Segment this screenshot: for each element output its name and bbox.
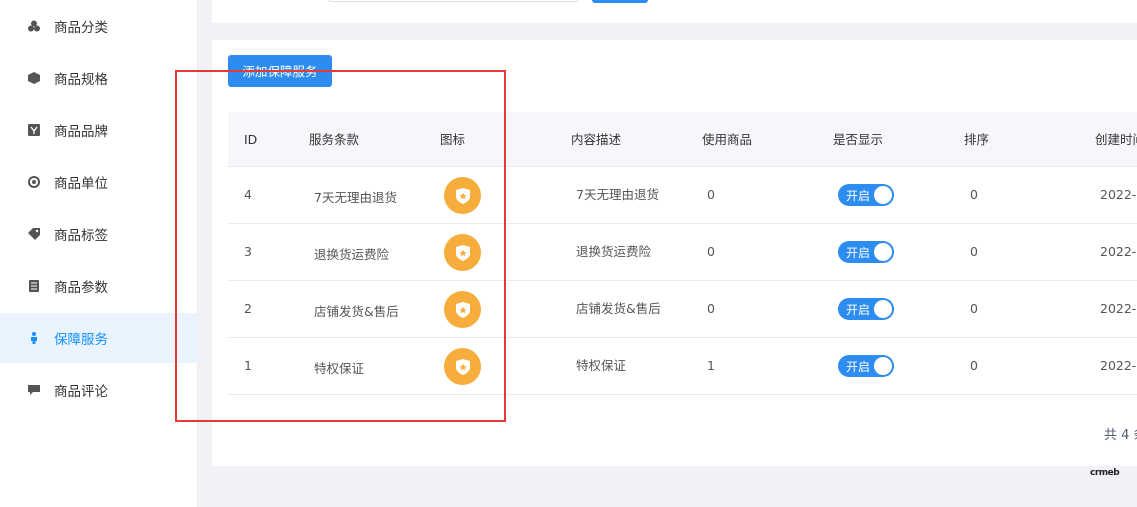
sidebar-item-spec[interactable]: 商品规格 xyxy=(0,53,198,103)
cell-used: 1 xyxy=(707,358,715,373)
sidebar-item-label: 商品分类 xyxy=(54,20,108,36)
list-icon xyxy=(28,280,40,292)
highlight-box xyxy=(175,70,506,422)
sidebar-item-params[interactable]: 商品参数 xyxy=(0,261,198,311)
display-toggle[interactable]: 开启 xyxy=(838,241,894,263)
search-input[interactable] xyxy=(328,0,578,2)
toggle-label: 开启 xyxy=(846,188,871,203)
header-show: 是否显示 xyxy=(833,132,884,147)
cell-sort: 0 xyxy=(970,358,978,373)
header-desc: 内容描述 xyxy=(571,132,622,147)
toggle-knob xyxy=(874,243,892,261)
tag-icon xyxy=(28,228,40,240)
cell-created: 2022-0 xyxy=(1100,244,1137,259)
sidebar-item-comment[interactable]: 商品评论 xyxy=(0,365,198,415)
cell-desc: 退换货运费险 xyxy=(576,244,652,259)
cube-icon xyxy=(28,72,40,84)
sidebar-item-brand[interactable]: 商品品牌 xyxy=(0,105,198,155)
cell-used: 0 xyxy=(707,301,715,316)
display-toggle[interactable]: 开启 xyxy=(838,184,894,206)
toggle-label: 开启 xyxy=(846,245,871,260)
sidebar-item-category[interactable]: 商品分类 xyxy=(0,1,198,51)
sidebar-item-label: 商品规格 xyxy=(54,72,108,88)
search-button[interactable] xyxy=(592,0,648,3)
cubes-icon xyxy=(28,20,40,32)
header-created: 创建时间 xyxy=(1095,132,1137,147)
brand-icon xyxy=(28,124,40,136)
person-icon xyxy=(28,332,40,344)
sidebar-item-unit[interactable]: 商品单位 xyxy=(0,157,198,207)
sidebar-item-label: 商品单位 xyxy=(54,176,108,192)
cell-desc: 店铺发货&售后 xyxy=(576,301,661,316)
sidebar-item-tag[interactable]: 商品标签 xyxy=(0,209,198,259)
cell-created: 2022-0 xyxy=(1100,301,1137,316)
cell-desc: 7天无理由退货 xyxy=(576,187,659,202)
sidebar: 商品分类 商品规格 商品品牌 商品单位 商品标签 商品参数 保障服务 商品评论 xyxy=(0,0,198,507)
display-toggle[interactable]: 开启 xyxy=(838,355,894,377)
cell-used: 0 xyxy=(707,187,715,202)
crmeb-watermark: crmeb xyxy=(1090,468,1120,478)
search-card xyxy=(212,0,1137,23)
sidebar-item-guarantee[interactable]: 保障服务 xyxy=(0,313,198,363)
toggle-label: 开启 xyxy=(846,359,871,374)
circle-dot-icon xyxy=(28,176,40,188)
cell-sort: 0 xyxy=(970,301,978,316)
toggle-knob xyxy=(874,300,892,318)
sidebar-item-label: 商品标签 xyxy=(54,228,108,244)
header-sort: 排序 xyxy=(964,132,990,147)
sidebar-item-label: 商品品牌 xyxy=(54,124,108,140)
cell-created: 2022-0 xyxy=(1100,358,1137,373)
sidebar-item-label: 保障服务 xyxy=(54,332,108,348)
sidebar-item-label: 商品参数 xyxy=(54,280,108,296)
cell-desc: 特权保证 xyxy=(576,358,627,373)
cell-sort: 0 xyxy=(970,244,978,259)
display-toggle[interactable]: 开启 xyxy=(838,298,894,320)
sidebar-item-label: 商品评论 xyxy=(54,384,108,400)
pagination-total: 共 4 条 xyxy=(1104,428,1137,443)
cell-sort: 0 xyxy=(970,187,978,202)
cell-created: 2022-0 xyxy=(1100,187,1137,202)
toggle-knob xyxy=(874,357,892,375)
cell-used: 0 xyxy=(707,244,715,259)
toggle-label: 开启 xyxy=(846,302,871,317)
header-used: 使用商品 xyxy=(702,132,753,147)
comment-icon xyxy=(28,384,40,396)
toggle-knob xyxy=(874,186,892,204)
